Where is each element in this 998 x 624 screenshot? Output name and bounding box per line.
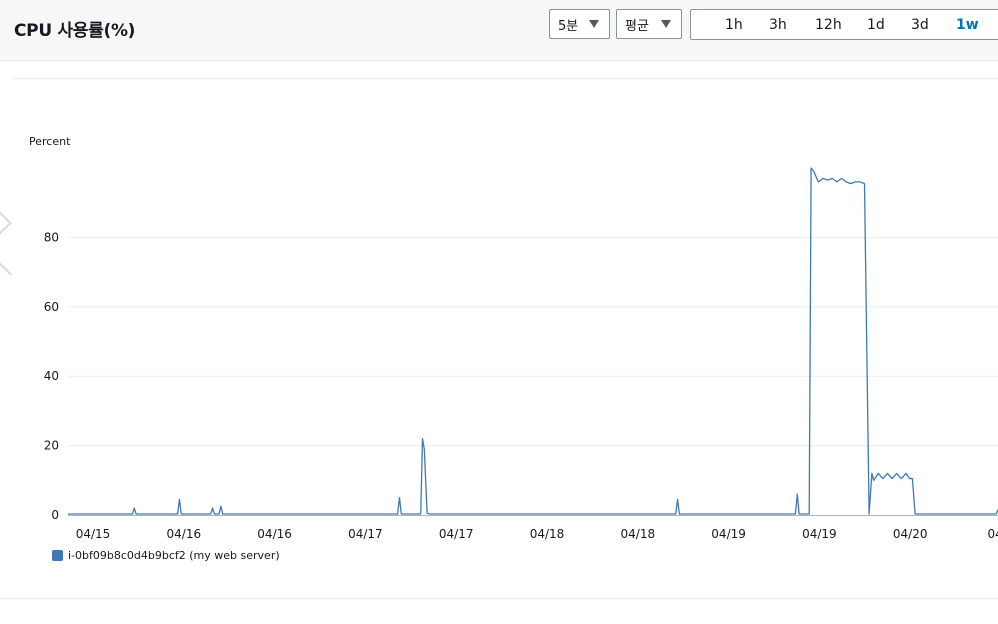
x-tick-label: 04/17 xyxy=(348,527,383,541)
x-tick-label: 04/15 xyxy=(76,527,111,541)
x-tick-label: 04/16 xyxy=(167,527,202,541)
series-line-cpu xyxy=(68,167,998,515)
x-tick-label: 04/16 xyxy=(257,527,292,541)
x-tick-label: 04/19 xyxy=(802,527,837,541)
y-tick-label: 20 xyxy=(44,439,59,453)
x-tick-label: 04/2 xyxy=(988,527,998,541)
x-tick-label: 04/18 xyxy=(530,527,565,541)
x-tick-label: 04/19 xyxy=(711,527,746,541)
x-tick-label: 04/17 xyxy=(439,527,474,541)
legend-label: i-0bf09b8c0d4b9bcf2 (my web server) xyxy=(68,549,280,562)
cpu-chart: 0 20 40 60 80 04/15 04/16 04/16 04/17 04/17 04/18 0… xyxy=(44,167,998,541)
divider xyxy=(0,598,998,599)
x-tick-label: 04/18 xyxy=(621,527,656,541)
chart-legend[interactable]: i-0bf09b8c0d4b9bcf2 (my web server) xyxy=(52,549,280,562)
y-tick-label: 80 xyxy=(44,230,59,244)
y-tick-label: 0 xyxy=(51,508,59,522)
legend-swatch xyxy=(52,550,63,561)
y-tick-label: 40 xyxy=(44,369,59,383)
x-tick-label: 04/20 xyxy=(893,527,928,541)
y-tick-label: 60 xyxy=(44,300,59,314)
